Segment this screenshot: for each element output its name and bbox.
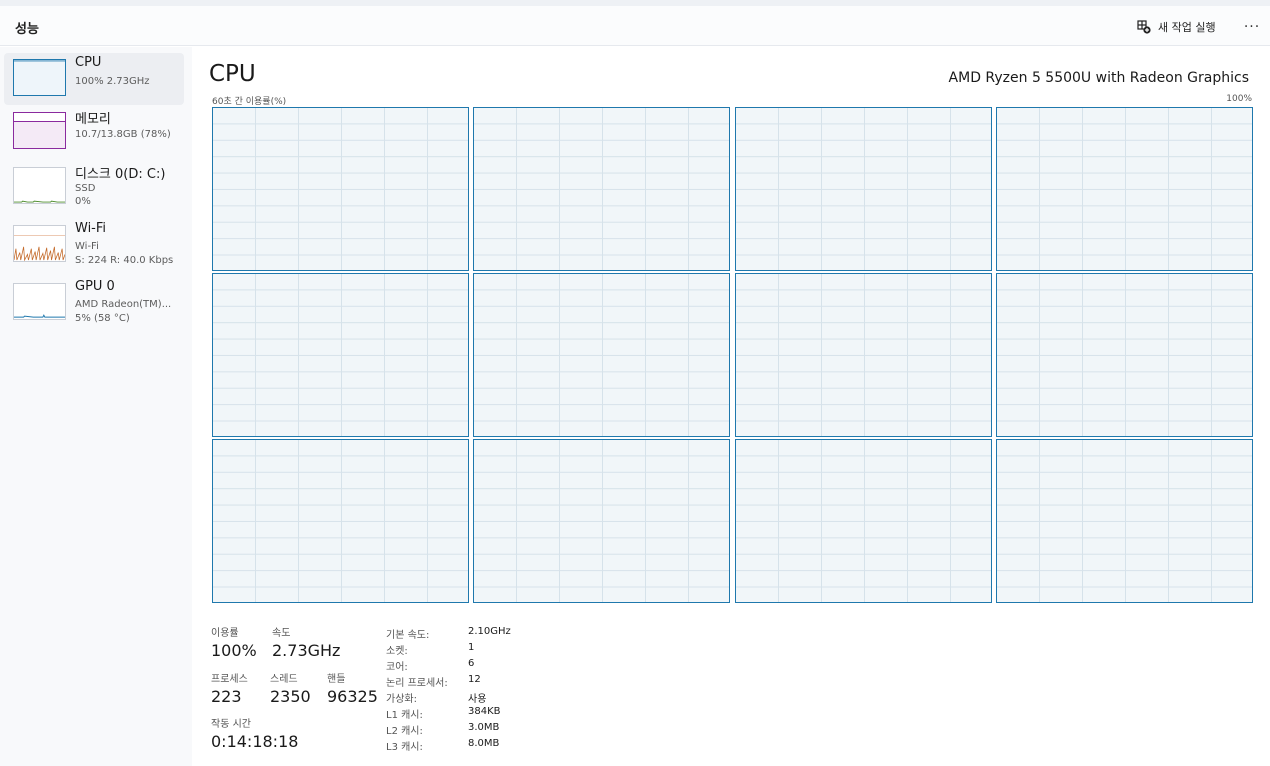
core-usage-graph	[473, 273, 731, 437]
base-speed-value: 2.10GHz	[468, 626, 511, 637]
sidebar: CPU 100% 2.73GHz 메모리 10.7/13.8GB (78%) 디…	[0, 47, 192, 766]
handles-value: 96325	[327, 687, 378, 706]
sidebar-item-detail: 5% (58 °C)	[75, 313, 130, 324]
graph-caption: 60초 간 이용률(%)	[212, 97, 287, 107]
core-usage-graph	[473, 439, 731, 603]
l3-cache-label: L3 캐시:	[386, 742, 423, 753]
base-speed-label: 기본 속도:	[386, 630, 430, 641]
logical-processors-label: 논리 프로세서:	[386, 678, 448, 689]
sidebar-item-detail: Wi-Fi	[75, 241, 99, 252]
gpu-graph-icon	[13, 283, 66, 320]
virtualization-value: 사용	[468, 694, 487, 705]
sidebar-item-label: 디스크 0(D: C:)	[75, 167, 166, 182]
sidebar-item-detail: 0%	[75, 196, 91, 207]
cpu-model-name: AMD Ryzen 5 5500U with Radeon Graphics	[948, 70, 1249, 86]
sidebar-item-detail: 10.7/13.8GB (78%)	[75, 129, 171, 140]
threads-label: 스레드	[270, 674, 298, 685]
l2-cache-label: L2 캐시:	[386, 726, 423, 737]
sidebar-item-memory[interactable]: 메모리 10.7/13.8GB (78%)	[4, 106, 184, 158]
sidebar-item-label: CPU	[75, 55, 102, 70]
l3-cache-value: 8.0MB	[468, 738, 500, 749]
sidebar-item-disk[interactable]: 디스크 0(D: C:) SSD 0%	[4, 161, 184, 213]
cpu-graph-icon	[13, 59, 66, 96]
core-usage-graph	[212, 107, 469, 271]
sidebar-item-detail: SSD	[75, 183, 96, 194]
sidebar-item-wifi[interactable]: Wi-Fi Wi-Fi S: 224 R: 40.0 Kbps	[4, 219, 184, 271]
cores-label: 코어:	[386, 662, 408, 673]
uptime-label: 작동 시간	[211, 719, 251, 730]
sidebar-item-detail: S: 224 R: 40.0 Kbps	[75, 255, 174, 266]
ellipsis-icon: ···	[1243, 19, 1261, 35]
sockets-value: 1	[468, 642, 475, 653]
core-usage-graph	[734, 273, 992, 437]
virtualization-label: 가상화:	[386, 694, 417, 705]
handles-label: 핸들	[327, 674, 346, 685]
core-usage-graph	[212, 273, 469, 437]
new-task-label: 새 작업 실행	[1158, 21, 1216, 34]
disk-graph-icon	[13, 167, 66, 204]
main-panel: CPU AMD Ryzen 5 5500U with Radeon Graphi…	[192, 47, 1270, 766]
core-usage-graph	[995, 439, 1253, 603]
more-options-button[interactable]: ···	[1238, 15, 1266, 39]
l1-cache-label: L1 캐시:	[386, 710, 423, 721]
sidebar-item-detail: 100% 2.73GHz	[75, 76, 150, 87]
core-usage-graph	[995, 273, 1253, 437]
sidebar-item-label: GPU 0	[75, 279, 115, 294]
utilization-label: 이용률	[211, 628, 239, 639]
processes-value: 223	[211, 687, 242, 706]
panel-title: CPU	[209, 61, 256, 87]
l1-cache-value: 384KB	[468, 706, 501, 717]
core-usage-graph	[734, 107, 992, 271]
sidebar-item-detail: AMD Radeon(TM)...	[75, 299, 172, 310]
logical-processors-value: 12	[468, 674, 481, 685]
new-task-button[interactable]: 새 작업 실행	[1131, 15, 1222, 39]
graph-max-label: 100%	[1226, 94, 1252, 104]
new-task-icon	[1137, 20, 1151, 34]
processes-label: 프로세스	[211, 674, 248, 685]
stats-section: 이용률 100% 속도 2.73GHz 프로세스 223 스레드 2350 핸들…	[192, 622, 792, 762]
core-graphs-grid	[212, 107, 1253, 603]
memory-graph-icon	[13, 112, 66, 149]
core-usage-graph	[473, 107, 731, 271]
core-usage-graph	[734, 439, 992, 603]
threads-value: 2350	[270, 687, 311, 706]
l2-cache-value: 3.0MB	[468, 722, 500, 733]
sidebar-item-cpu[interactable]: CPU 100% 2.73GHz	[4, 53, 184, 105]
speed-label: 속도	[272, 628, 291, 639]
utilization-value: 100%	[211, 641, 257, 660]
page-title: 성능	[15, 22, 39, 37]
sidebar-item-label: Wi-Fi	[75, 221, 107, 236]
uptime-value: 0:14:18:18	[211, 732, 299, 751]
core-usage-graph	[995, 107, 1253, 271]
sidebar-item-gpu[interactable]: GPU 0 AMD Radeon(TM)... 5% (58 °C)	[4, 277, 184, 329]
header-bar: 성능 새 작업 실행 ···	[0, 6, 1270, 46]
core-usage-graph	[212, 439, 469, 603]
sockets-label: 소켓:	[386, 646, 408, 657]
speed-value: 2.73GHz	[272, 641, 341, 660]
cores-value: 6	[468, 658, 475, 669]
sidebar-item-label: 메모리	[75, 112, 111, 127]
wifi-graph-icon	[13, 225, 66, 262]
